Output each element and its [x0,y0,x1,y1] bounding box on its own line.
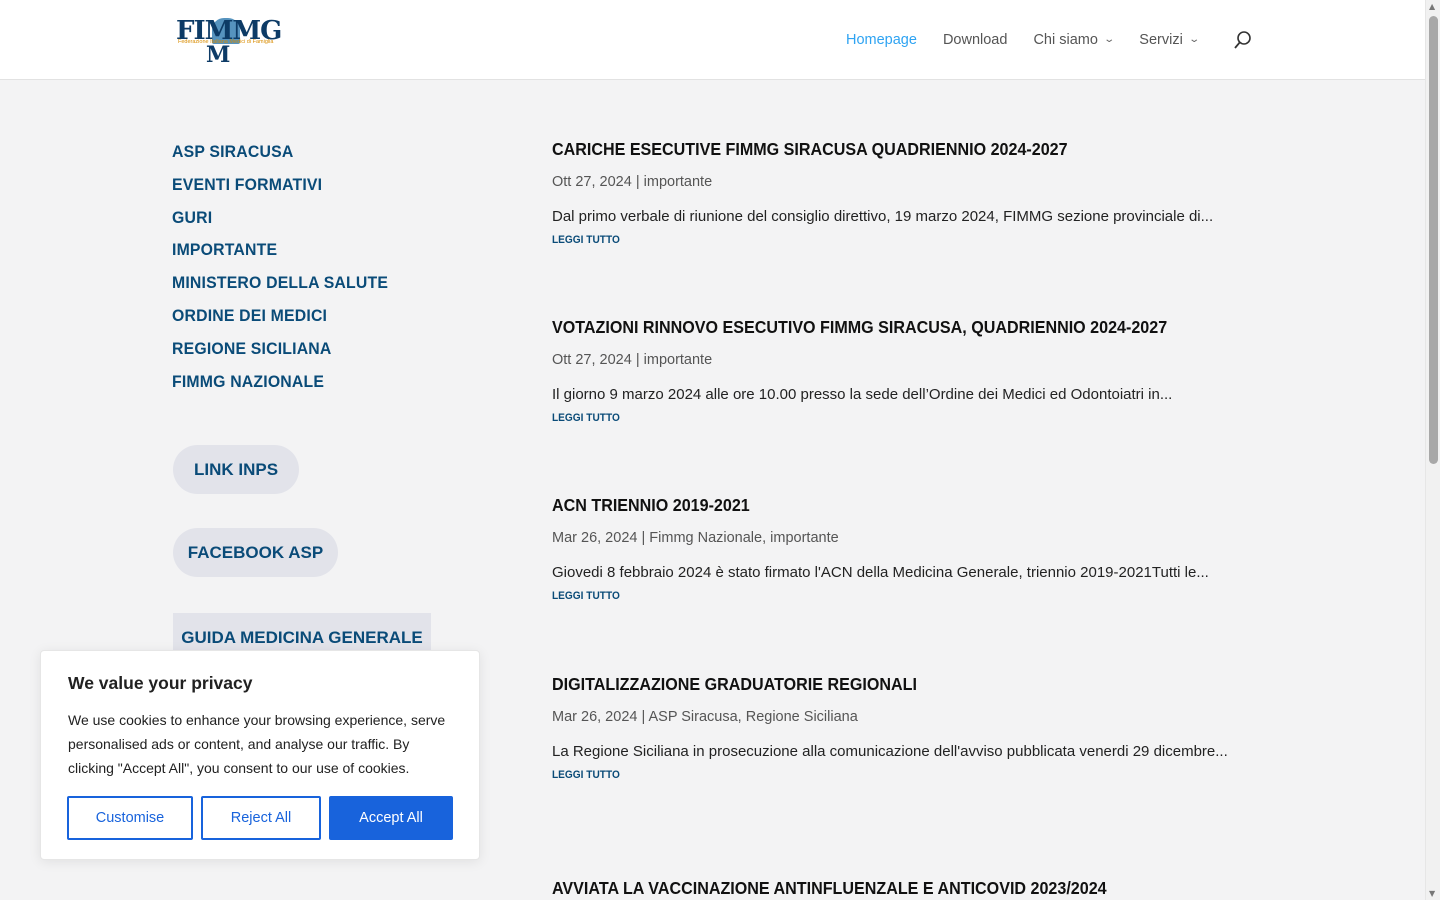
post-title[interactable]: CARICHE ESECUTIVE FIMMG SIRACUSA QUADRIE… [552,138,1187,160]
post-excerpt: Giovedi 8 febbraio 2024 è stato firmato … [552,564,1209,581]
post-categories[interactable]: importante [644,352,713,368]
post-categories[interactable]: importante [644,174,713,190]
chevron-down-icon: ⌄ [1103,34,1115,45]
nav-label: Download [942,32,1008,48]
category-link[interactable]: MINISTERO DELLA SALUTE [172,267,388,300]
cookie-consent-banner: We value your privacy We use cookies to … [40,650,480,860]
post-date: Mar 26, 2024 [552,709,638,725]
post-categories[interactable]: ASP Siracusa, Regione Siciliana [648,709,857,725]
post-date: Ott 27, 2024 [552,352,632,368]
scrollbar-thumb[interactable] [1429,16,1438,464]
post-date: Mar 26, 2024 [552,530,638,546]
accept-all-button[interactable]: Accept All [329,796,453,840]
main-nav: Homepage Download Chi siamo ⌄ Servizi ⌄ [846,31,1224,49]
cookie-title: We value your privacy [68,673,253,693]
site-header: FIMMG Federazione Italiana Medici di Fam… [0,0,1425,80]
category-link[interactable]: ORDINE DEI MEDICI [172,300,388,333]
post-title[interactable]: VOTAZIONI RINNOVO ESECUTIVO FIMMG SIRACU… [552,316,1187,338]
customise-button[interactable]: Customise [67,796,193,840]
facebook-asp-button[interactable]: FACEBOOK ASP [173,528,338,577]
nav-label: Chi siamo [1033,32,1098,48]
post: CARICHE ESECUTIVE FIMMG SIRACUSA QUADRIE… [552,138,1242,248]
post-meta: Mar 26, 2024 | Fimmg Nazionale, importan… [552,530,839,546]
category-link[interactable]: REGIONE SICILIANA [172,333,388,366]
cookie-text: We use cookies to enhance your browsing … [68,712,446,776]
search-icon[interactable] [1233,30,1253,50]
post: ACN TRIENNIO 2019-2021 Mar 26, 2024 | Fi… [552,494,1242,604]
nav-label: Servizi [1139,32,1183,48]
fimmg-logo[interactable]: FIMMG Federazione Italiana Medici di Fam… [176,16,282,68]
read-more-link[interactable]: LEGGI TUTTO [552,588,1187,604]
post-title[interactable]: AVVIATA LA VACCINAZIONE ANTINFLUENZALE E… [552,877,1187,899]
nav-chi-siamo[interactable]: Chi siamo ⌄ [1033,31,1115,49]
page-scrollbar[interactable]: ▲ ▼ [1425,0,1440,900]
category-link[interactable]: ASP SIRACUSA [172,136,388,169]
post: DIGITALIZZAZIONE GRADUATORIE REGIONALI M… [552,673,1242,783]
link-inps-button[interactable]: LINK INPS [173,445,299,494]
category-link[interactable]: IMPORTANTE [172,234,388,267]
scroll-up-arrow-icon[interactable]: ▲ [1429,2,1435,11]
category-link[interactable]: EVENTI FORMATIVI [172,169,388,202]
post-excerpt: Il giorno 9 marzo 2024 alle ore 10.00 pr… [552,386,1173,403]
post-meta: Mar 26, 2024 | ASP Siracusa, Regione Sic… [552,709,858,725]
scroll-down-arrow-icon[interactable]: ▼ [1429,889,1435,898]
nav-servizi[interactable]: Servizi ⌄ [1139,31,1200,49]
post-excerpt: La Regione Siciliana in prosecuzione all… [552,743,1228,760]
post-title[interactable]: ACN TRIENNIO 2019-2021 [552,494,1187,516]
post-meta: Ott 27, 2024 | importante [552,174,713,190]
read-more-link[interactable]: LEGGI TUTTO [552,410,1187,426]
read-more-link[interactable]: LEGGI TUTTO [552,232,1187,248]
nav-label: Homepage [846,32,917,48]
chevron-down-icon: ⌄ [1188,34,1200,45]
post: VOTAZIONI RINNOVO ESECUTIVO FIMMG SIRACU… [552,316,1242,426]
post-excerpt: Dal primo verbale di riunione del consig… [552,208,1214,225]
post-categories[interactable]: Fimmg Nazionale, importante [649,530,838,546]
post-title[interactable]: DIGITALIZZAZIONE GRADUATORIE REGIONALI [552,673,1187,695]
post-meta: Ott 27, 2024 | importante [552,352,713,368]
category-list: ASP SIRACUSA EVENTI FORMATIVI GURI IMPOR… [172,136,404,398]
logo-m: M [206,42,231,68]
nav-download[interactable]: Download [943,31,1008,49]
reject-all-button[interactable]: Reject All [201,796,321,840]
category-link[interactable]: FIMMG NAZIONALE [172,366,388,399]
category-link[interactable]: GURI [172,202,388,235]
post: AVVIATA LA VACCINAZIONE ANTINFLUENZALE E… [552,877,1242,899]
nav-homepage[interactable]: Homepage [846,31,917,49]
post-date: Ott 27, 2024 [552,174,632,190]
read-more-link[interactable]: LEGGI TUTTO [552,767,1187,783]
